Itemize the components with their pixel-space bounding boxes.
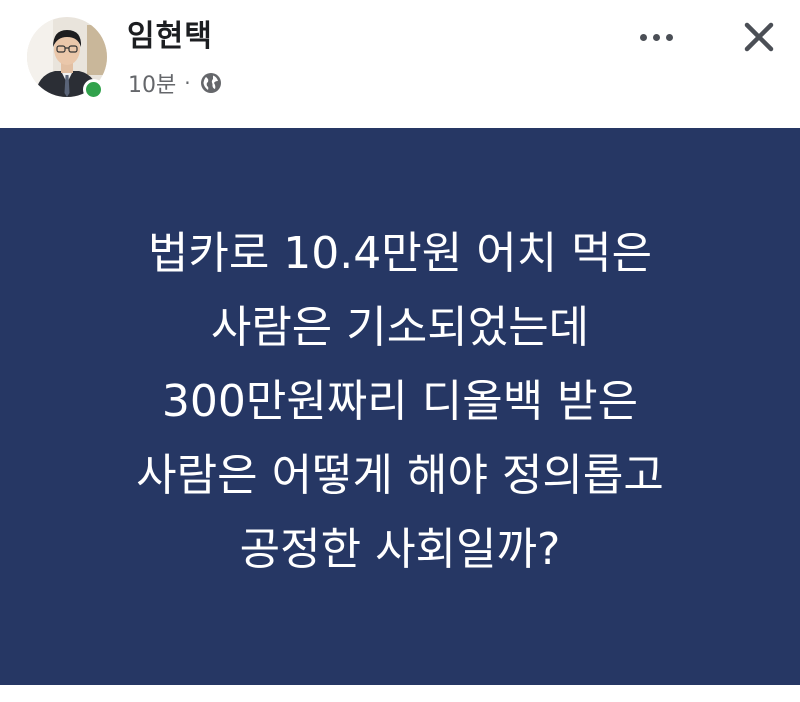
- post-header: 임현택 10분 ·: [0, 0, 800, 128]
- more-horizontal-icon[interactable]: [636, 22, 676, 52]
- post-text-line: 사람은 기소되었는데: [210, 301, 590, 353]
- more-dot: [639, 33, 647, 41]
- author-name[interactable]: 임현택: [127, 19, 213, 55]
- globe-icon[interactable]: [199, 71, 223, 95]
- meta-separator: ·: [184, 71, 191, 95]
- post-footer-strip: [0, 685, 800, 702]
- post-background-card: 법카로 10.4만원 어치 먹은 사람은 기소되었는데 300만원짜리 디올백 …: [0, 128, 800, 685]
- close-icon[interactable]: [739, 17, 779, 57]
- post-meta: 10분 ·: [128, 67, 223, 99]
- online-status-indicator: [83, 79, 104, 100]
- post-text-line: 300만원짜리 디올백 받은: [161, 375, 639, 427]
- more-dot: [652, 33, 660, 41]
- post-text-line: 사람은 어떻게 해야 정의롭고: [136, 449, 664, 501]
- more-dot: [665, 33, 673, 41]
- post-text: 법카로 10.4만원 어치 먹은 사람은 기소되었는데 300만원짜리 디올백 …: [20, 217, 780, 587]
- post-text-line: 법카로 10.4만원 어치 먹은: [147, 227, 653, 279]
- post-text-line: 공정한 사회일까?: [239, 523, 561, 575]
- post-time[interactable]: 10분: [128, 67, 176, 99]
